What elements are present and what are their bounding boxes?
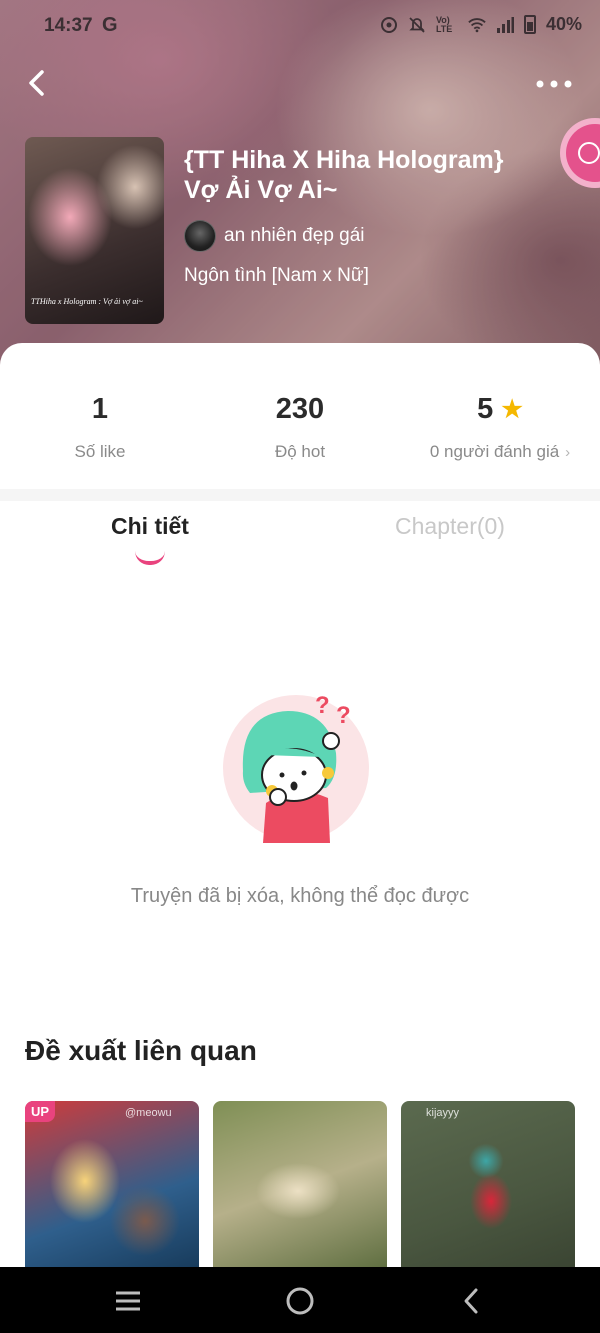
rating-label-row[interactable]: 0 người đánh giá › bbox=[400, 442, 600, 462]
thumb-watermark: kijayyy bbox=[426, 1107, 460, 1119]
system-nav-bar bbox=[0, 1267, 600, 1333]
hot-label: Độ hot bbox=[274, 442, 326, 461]
cover-caption: TTHiha x Hologram : Vợ ải vợ ai~ bbox=[31, 297, 143, 306]
battery-icon bbox=[523, 15, 536, 34]
stats-row: 1 Số like 230 Độ hot 5 ★ 0 người đánh gi… bbox=[0, 393, 600, 473]
related-section-title: Đề xuất liên quan bbox=[25, 1035, 257, 1066]
section-divider bbox=[0, 489, 600, 501]
svg-text:?: ? bbox=[336, 702, 351, 729]
recent-apps-button[interactable] bbox=[112, 1285, 144, 1317]
sync-icon bbox=[380, 16, 398, 34]
plus-circle-icon bbox=[578, 142, 600, 164]
more-icon bbox=[536, 80, 572, 88]
stat-likes: 1 Số like bbox=[0, 393, 200, 462]
menu-icon bbox=[116, 1291, 140, 1311]
rating-count-label: 0 người đánh giá bbox=[429, 442, 560, 461]
empty-state-message: Truyện đã bị xóa, không thể đọc được bbox=[130, 885, 470, 907]
related-item[interactable] bbox=[213, 1101, 387, 1271]
more-button[interactable] bbox=[534, 72, 574, 96]
wifi-icon bbox=[468, 16, 486, 34]
tab-bar: Chi tiết Chapter(0) bbox=[0, 513, 600, 573]
content-sheet: 1 Số like 230 Độ hot 5 ★ 0 người đánh gi… bbox=[0, 343, 600, 1333]
related-list: UP @meowu kijayyy bbox=[25, 1101, 575, 1271]
status-time: 14:37 bbox=[44, 15, 93, 36]
stat-rating[interactable]: 5 ★ 0 người đánh giá › bbox=[400, 393, 600, 462]
chevron-right-icon: › bbox=[565, 443, 571, 461]
story-cover: TTHiha x Hologram : Vợ ải vợ ai~ bbox=[25, 137, 164, 324]
empty-state-illustration: ? ? bbox=[218, 683, 378, 843]
signal-icon bbox=[496, 16, 514, 34]
related-item[interactable]: kijayyy bbox=[401, 1101, 575, 1271]
star-icon: ★ bbox=[501, 396, 523, 423]
mute-icon bbox=[408, 16, 426, 34]
tab-chapters[interactable]: Chapter(0) bbox=[300, 513, 600, 540]
active-tab-indicator bbox=[135, 551, 165, 565]
chevron-left-icon bbox=[464, 1288, 478, 1314]
author-name[interactable]: an nhiên đẹp gái bbox=[224, 225, 365, 247]
battery-percent: 40% bbox=[545, 14, 582, 34]
volte-icon: Vo) LTE bbox=[435, 14, 453, 34]
status-bar: 14:37 G Vo) LTE 40% bbox=[0, 0, 600, 52]
stat-hot: 230 Độ hot bbox=[200, 393, 400, 462]
google-icon: G bbox=[102, 14, 118, 36]
rating-value-row: 5 ★ bbox=[400, 393, 600, 426]
up-badge: UP bbox=[25, 1101, 56, 1122]
back-button[interactable] bbox=[22, 66, 56, 100]
chevron-left-icon bbox=[29, 70, 44, 96]
related-item[interactable]: UP @meowu bbox=[25, 1101, 199, 1271]
thumb-watermark: @meowu bbox=[125, 1107, 172, 1119]
hot-count: 230 bbox=[275, 393, 325, 425]
likes-count: 1 bbox=[91, 393, 109, 425]
story-title: {TT Hiha X Hiha Hologram} Vợ Ải Vợ Ai~ bbox=[184, 146, 504, 204]
svg-text:?: ? bbox=[315, 692, 330, 719]
author-row[interactable]: an nhiên đẹp gái bbox=[184, 220, 365, 252]
system-back-button[interactable] bbox=[456, 1285, 488, 1317]
home-button[interactable] bbox=[284, 1285, 316, 1317]
story-genre: Ngôn tình [Nam x Nữ] bbox=[184, 265, 369, 286]
status-icons: Vo) LTE 40% bbox=[380, 14, 582, 35]
home-circle-icon bbox=[286, 1287, 314, 1315]
tab-details[interactable]: Chi tiết bbox=[0, 513, 300, 540]
likes-label: Số like bbox=[74, 442, 126, 461]
rating-value: 5 bbox=[477, 393, 494, 425]
author-avatar[interactable] bbox=[184, 220, 216, 252]
